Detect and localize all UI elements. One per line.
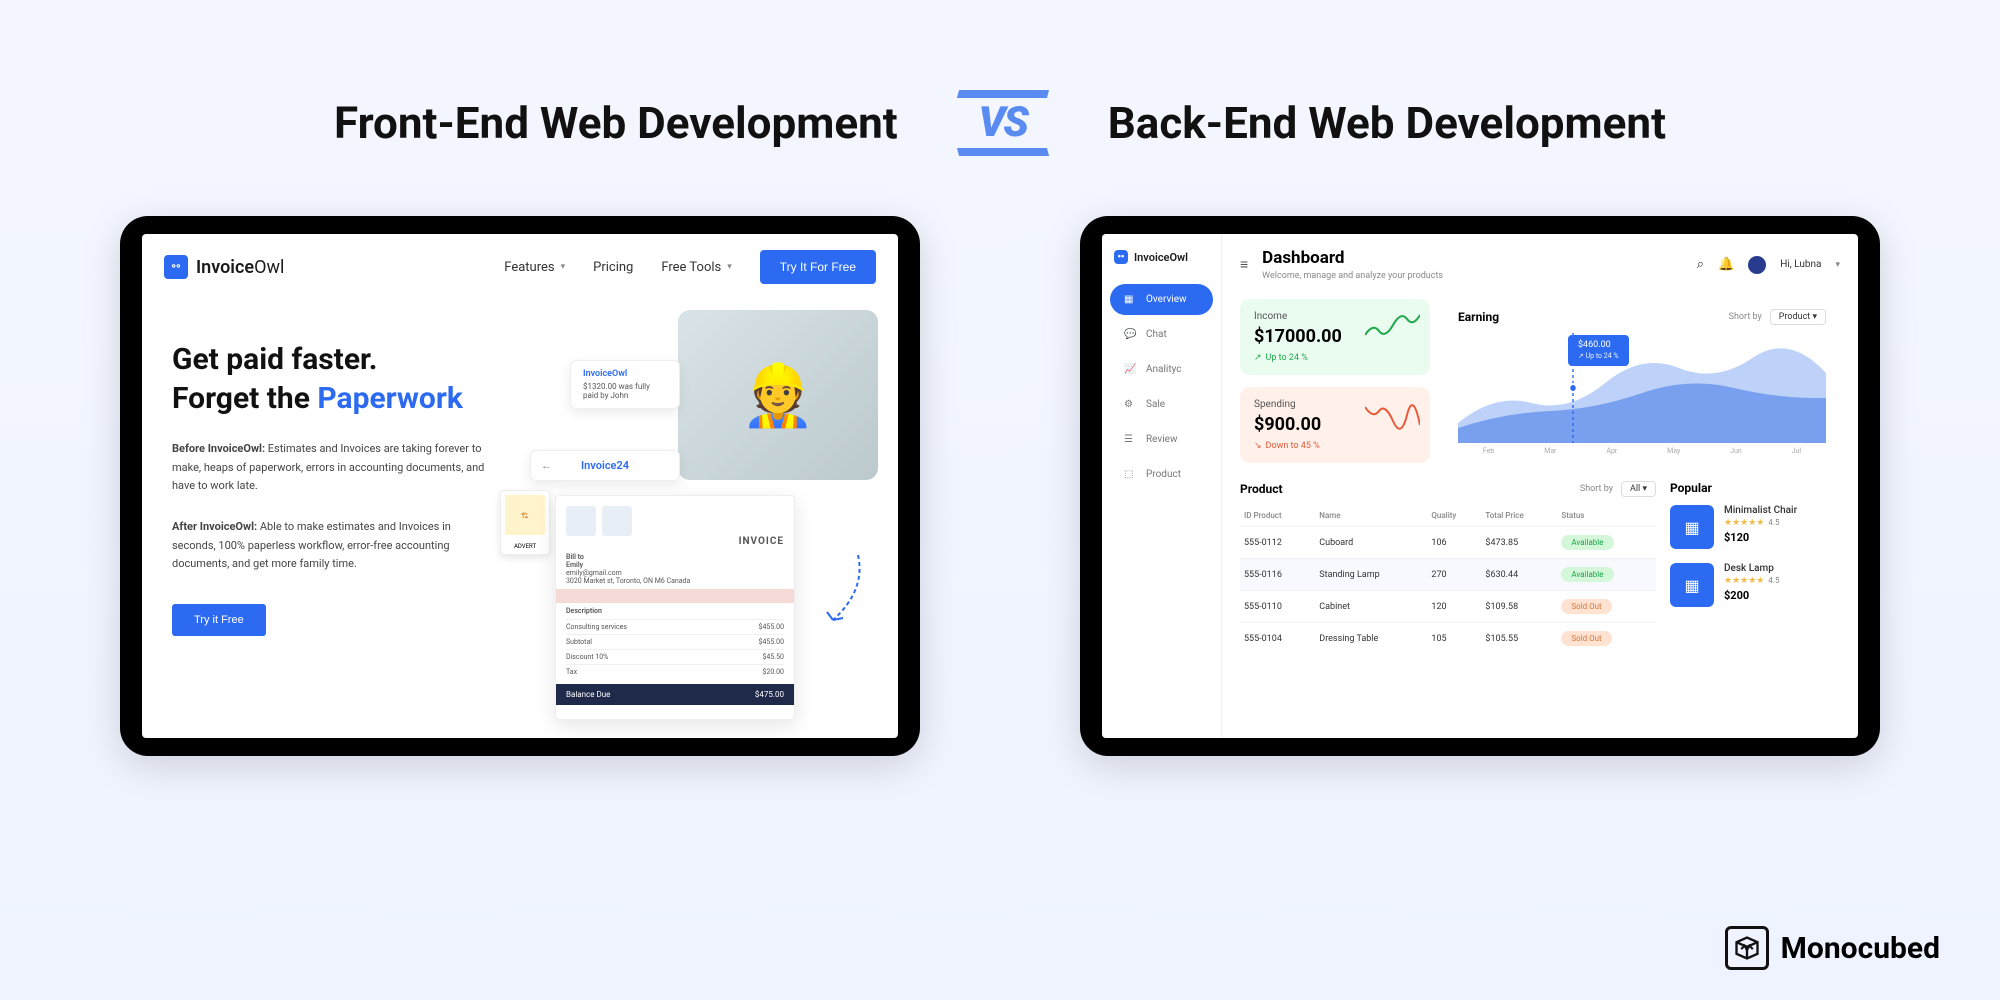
- sidebar-item-review[interactable]: ☰Review: [1110, 424, 1213, 455]
- popular-item[interactable]: ▦Minimalist Chair★★★★★4.5$120: [1670, 505, 1840, 549]
- table-row[interactable]: 555-0104Dressing Table105$105.55Sold Out: [1240, 623, 1656, 655]
- page-subtitle: Welcome, manage and analyze your product…: [1262, 271, 1443, 281]
- menu-icon[interactable]: ≡: [1240, 256, 1248, 273]
- area-chart: [1458, 333, 1826, 443]
- hero-illustration: 👷 InvoiceOwl $1320.00 was fully paid by …: [530, 320, 868, 636]
- chevron-down-icon[interactable]: ▾: [1835, 260, 1840, 270]
- frontend-tablet: InvoiceOwl Features▾ Pricing Free Tools▾…: [120, 216, 920, 756]
- comparison-header: Front-End Web Development VS Back-End We…: [0, 0, 2000, 156]
- sidebar-item-analytic[interactable]: 📈Analityc: [1110, 354, 1213, 385]
- chart-tooltip: $460.00 ↗ Up to 24 %: [1568, 335, 1629, 366]
- after-paragraph: After InvoiceOwl: Able to make estimates…: [172, 518, 492, 574]
- frontend-title: Front-End Web Development: [334, 97, 898, 149]
- nav-pricing[interactable]: Pricing: [593, 260, 633, 275]
- chart-icon: 📈: [1124, 364, 1136, 375]
- backend-title: Back-End Web Development: [1108, 97, 1666, 149]
- advert-card: 🏗️ ADVERT: [500, 490, 550, 555]
- curved-arrow-icon: [818, 550, 868, 630]
- search-icon[interactable]: ⌕: [1697, 257, 1704, 272]
- try-it-free-button[interactable]: Try it Free: [172, 604, 266, 636]
- vs-badge: VS: [958, 90, 1048, 156]
- sidebar-item-sale[interactable]: ⚙Sale: [1110, 389, 1213, 420]
- paid-notification-card: InvoiceOwl $1320.00 was fully paid by Jo…: [570, 360, 680, 409]
- sale-icon: ⚙: [1124, 399, 1136, 410]
- user-greeting: Hi, Lubna: [1780, 259, 1821, 270]
- income-sparkline: [1365, 313, 1420, 343]
- owl-icon: [1114, 250, 1128, 264]
- hero-heading: Get paid faster. Forget the Paperwork: [172, 340, 510, 418]
- page-title: Dashboard: [1262, 248, 1443, 268]
- table-row[interactable]: 555-0110Cabinet120$109.58Sold Out: [1240, 591, 1656, 623]
- filter-select[interactable]: All ▾: [1621, 481, 1656, 497]
- chat-icon: 💬: [1124, 329, 1136, 340]
- backend-tablet: InvoiceOwl ▦Overview 💬Chat 📈Analityc ⚙Sa…: [1080, 216, 1880, 756]
- chart-xaxis: FebMarAprMayJunJul: [1458, 447, 1826, 455]
- sidebar-item-chat[interactable]: 💬Chat: [1110, 319, 1213, 350]
- logo[interactable]: InvoiceOwl: [1102, 234, 1221, 280]
- sort-select[interactable]: Product ▾: [1770, 309, 1826, 325]
- spending-sparkline: [1365, 401, 1420, 431]
- overview-icon: ▦: [1124, 294, 1136, 305]
- invoice-tab: ← Invoice24: [530, 450, 680, 481]
- product-table: ID Product Name Quality Total Price Stat…: [1240, 505, 1656, 654]
- table-row[interactable]: 555-0116Standing Lamp270$630.44Available: [1240, 559, 1656, 591]
- spending-card: Spending $900.00 ↘Down to 45 %: [1240, 387, 1430, 463]
- bell-icon[interactable]: 🔔: [1718, 257, 1734, 272]
- sidebar: InvoiceOwl ▦Overview 💬Chat 📈Analityc ⚙Sa…: [1102, 234, 1222, 738]
- monocubed-logo-icon: [1725, 926, 1769, 970]
- product-thumb-icon: ▦: [1670, 505, 1714, 549]
- nav-features[interactable]: Features▾: [504, 260, 565, 275]
- product-thumb-icon: ▦: [1670, 563, 1714, 607]
- avatar[interactable]: [1748, 256, 1766, 274]
- product-icon: ⬚: [1124, 469, 1136, 480]
- logo[interactable]: InvoiceOwl: [164, 255, 284, 279]
- trend-down-icon: ↘: [1254, 441, 1262, 451]
- attribution: Monocubed: [1725, 926, 1940, 970]
- worker-photo: 👷: [678, 310, 878, 480]
- try-free-button[interactable]: Try It For Free: [760, 250, 876, 284]
- product-table-section: Product Short by All ▾ ID Product Name: [1240, 481, 1656, 654]
- site-nav: InvoiceOwl Features▾ Pricing Free Tools▾…: [142, 234, 898, 300]
- nav-freetools[interactable]: Free Tools▾: [661, 260, 731, 275]
- popular-item[interactable]: ▦Desk Lamp★★★★★4.5$200: [1670, 563, 1840, 607]
- review-icon: ☰: [1124, 434, 1136, 445]
- sidebar-item-product[interactable]: ⬚Product: [1110, 459, 1213, 490]
- before-paragraph: Before InvoiceOwl: Estimates and Invoice…: [172, 440, 492, 496]
- trend-up-icon: ↗: [1254, 353, 1262, 363]
- income-card: Income $17000.00 ↗Up to 24 %: [1240, 299, 1430, 375]
- back-arrow-icon: ←: [541, 459, 552, 472]
- popular-section: Popular ▦Minimalist Chair★★★★★4.5$120▦De…: [1670, 481, 1840, 654]
- table-row[interactable]: 555-0112Cuboard106$473.85Available: [1240, 527, 1656, 559]
- logo-text: InvoiceOwl: [196, 257, 284, 278]
- chevron-down-icon: ▾: [561, 262, 566, 272]
- owl-icon: [164, 255, 188, 279]
- sidebar-item-overview[interactable]: ▦Overview: [1110, 284, 1213, 315]
- chevron-down-icon: ▾: [727, 262, 732, 272]
- invoice-preview: INVOICE Bill to Emily emily@gmail.com 30…: [555, 495, 795, 720]
- earning-chart-card: Earning Short by Product ▾: [1444, 299, 1840, 465]
